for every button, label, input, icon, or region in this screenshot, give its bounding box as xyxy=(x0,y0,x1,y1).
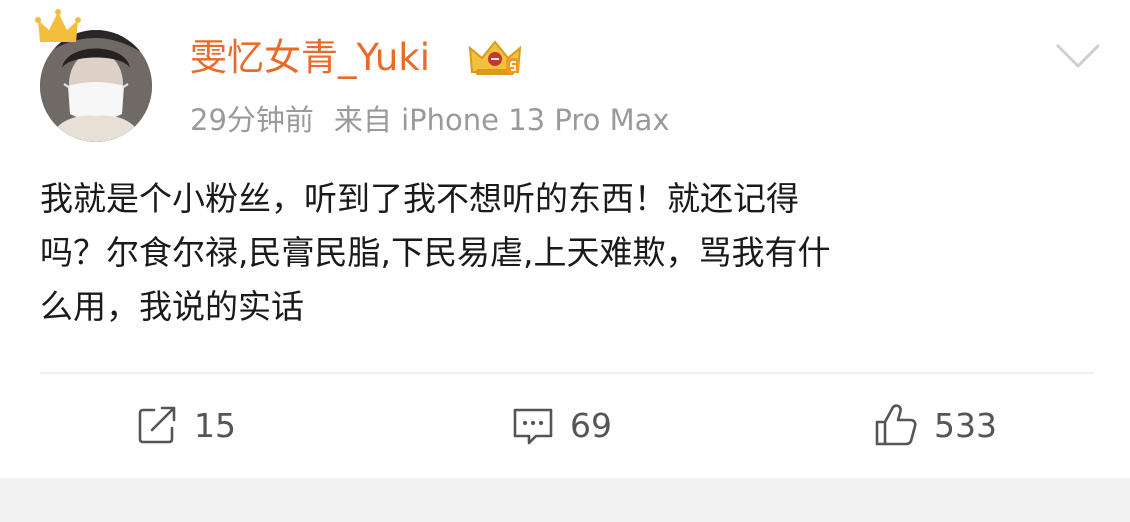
comment-icon xyxy=(513,408,553,445)
repost-count: 15 xyxy=(194,405,236,445)
comment-count: 69 xyxy=(570,405,612,445)
post-divider xyxy=(40,372,1094,374)
repost-icon xyxy=(138,406,176,444)
username[interactable]: 雯忆女青_Yuki xyxy=(190,30,430,86)
comment-button[interactable]: 69 xyxy=(510,396,612,454)
chevron-down-icon[interactable] xyxy=(1052,38,1104,74)
like-button[interactable]: 533 xyxy=(872,396,997,454)
like-count: 533 xyxy=(934,405,997,445)
repost-button[interactable]: 15 xyxy=(134,396,236,454)
post-time: 29分钟前 xyxy=(190,103,314,137)
post-source: 来自 iPhone 13 Pro Max xyxy=(333,103,670,137)
post-content: 我就是个小粉丝，听到了我不想听的东西！就还记得 吗？尔食尔禄,民膏民脂,下民易虐… xyxy=(40,179,831,326)
thumbs-up-icon xyxy=(875,404,917,446)
vip-crown-badge-icon[interactable] xyxy=(466,38,524,80)
crown-icon xyxy=(35,9,81,42)
post-meta: 29分钟前 来自 iPhone 13 Pro Max xyxy=(190,96,670,144)
feed-gap xyxy=(0,478,1130,522)
weibo-post-card: 雯忆女青_Yuki 29分钟前 来自 iPhone 13 Pro Max 我就是个… xyxy=(0,0,1130,478)
avatar-wrap[interactable] xyxy=(34,8,158,142)
